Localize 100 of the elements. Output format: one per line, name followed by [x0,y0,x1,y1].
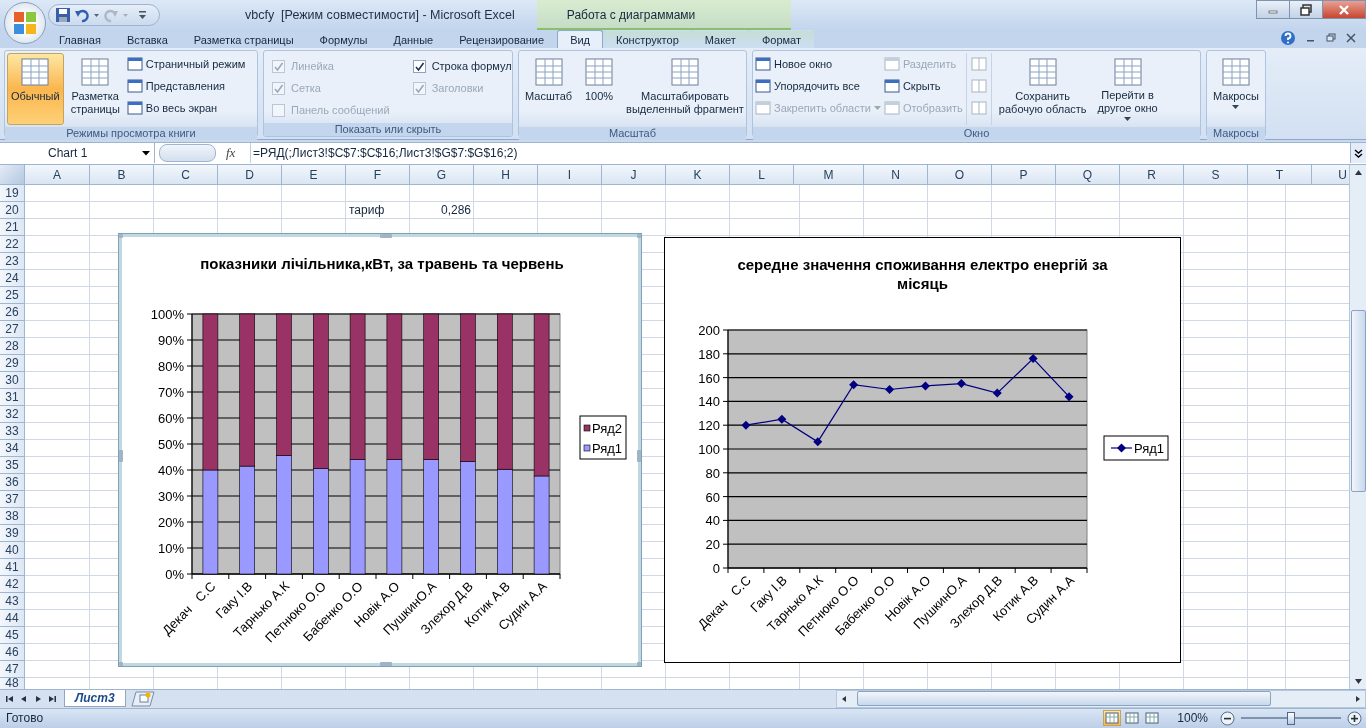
select-all-button[interactable] [0,164,25,185]
scroll-thumb[interactable] [856,691,1271,707]
column-header[interactable]: B [90,164,154,185]
expand-button[interactable] [1350,143,1366,164]
splitter-handle[interactable] [159,144,216,163]
vertical-scrollbar[interactable] [1349,164,1366,689]
ribbon-tab[interactable]: Формулы [306,30,381,48]
column-header[interactable]: Q [1056,164,1120,185]
resize-handle[interactable] [380,233,392,238]
resize-handle[interactable] [637,449,641,462]
zoom-slider-thumb[interactable] [1287,712,1295,725]
ribbon-button[interactable]: Масштабировать выделенный фрагмент [622,53,748,125]
ribbon-button[interactable]: Представления [126,77,246,95]
ribbon-button[interactable]: Упорядочить все [755,77,881,95]
ribbon-tab[interactable]: Данные [380,30,447,48]
ribbon-tab[interactable]: Конструктор [603,30,692,48]
ribbon-tab[interactable]: Вставка [113,30,181,48]
undo-icon[interactable] [74,7,90,23]
column-header[interactable]: P [992,164,1056,185]
column-header[interactable]: C [154,164,218,185]
ribbon-tab[interactable]: Рецензирование [446,30,558,48]
resize-handle[interactable] [637,661,641,666]
group-label: Режимы просмотра книги [5,127,257,140]
column-header[interactable]: S [1184,164,1248,185]
scroll-thumb[interactable] [1350,309,1366,492]
row-header[interactable]: 48 [0,677,25,689]
ribbon-button[interactable]: 100% [579,53,620,125]
data-point [849,380,859,390]
column-header[interactable]: G [410,164,474,185]
column-header[interactable]: U [1312,164,1349,185]
column-header[interactable]: M [794,164,864,185]
axis-tick-label: 40 [705,513,720,529]
restore-icon[interactable] [1326,33,1336,43]
zoom-out-icon[interactable] [1220,711,1235,726]
page-view-icon [1145,712,1160,725]
axis-tick-label: 40% [157,462,184,478]
view-button[interactable] [1103,710,1122,727]
sheet-tab[interactable]: Лист3 [64,689,126,707]
name-box[interactable]: Chart 1 [0,143,155,164]
group-label: Масштаб [519,127,746,140]
close-button[interactable] [1322,0,1366,19]
resize-handle[interactable] [119,449,123,462]
ribbon-button[interactable]: Сохранить рабочую область [994,53,1091,125]
checkbox[interactable] [412,59,426,73]
column-header[interactable]: J [602,164,666,185]
zoom-level[interactable]: 100% [1177,711,1208,726]
column-header[interactable]: I [538,164,602,185]
column-header[interactable]: A [25,164,90,185]
column-header[interactable]: L [730,164,794,185]
ribbon-button[interactable]: Обычный [7,53,64,125]
office-button[interactable] [4,2,46,44]
ribbon-button[interactable]: Новое окно [755,55,881,73]
ribbon-tab[interactable]: Макет [691,30,749,48]
ribbon-button[interactable]: Скрыть [883,77,963,95]
resize-handle[interactable] [637,233,641,238]
resize-handle[interactable] [119,661,123,666]
group-label: Макросы [1207,127,1265,140]
ribbon-tab[interactable]: Формат [748,30,814,48]
ribbon-tab[interactable]: Разметка страницы [180,30,307,48]
close-icon[interactable] [1346,33,1356,43]
ribbon-tab[interactable]: Вид [557,30,604,48]
legend-line-marker [1110,443,1133,453]
insert-sheet-icon[interactable] [129,690,156,707]
window-icon [126,101,143,115]
insert-function-button[interactable]: fx [226,145,250,162]
data-point [992,388,1002,398]
view-button[interactable] [1123,710,1142,727]
column-header[interactable]: F [346,164,410,185]
ribbon-tab[interactable]: Главная [46,30,114,48]
column-header[interactable]: N [864,164,928,185]
page-view-icon [1105,712,1120,725]
column-header[interactable]: E [282,164,346,185]
window-icon [755,57,771,71]
column-header[interactable]: T [1248,164,1312,185]
save-icon[interactable] [55,7,71,23]
window-icon [970,57,987,71]
horizontal-scrollbar[interactable] [835,689,1366,708]
ribbon-button[interactable]: Масштаб [521,53,577,125]
resize-handle[interactable] [380,661,392,666]
ribbon-button[interactable]: Разметка страницы [66,53,124,125]
column-header[interactable]: D [218,164,282,185]
view-button[interactable] [1143,710,1162,727]
column-header[interactable]: K [666,164,730,185]
zoom-in-icon[interactable] [1347,711,1362,726]
window-icon [755,101,771,115]
group-label: Окно [753,127,1200,140]
column-header[interactable]: H [474,164,538,185]
help-icon[interactable] [1280,30,1296,46]
chart-area[interactable] [664,236,1181,663]
resize-handle[interactable] [119,233,123,238]
ribbon-button[interactable]: Макросы [1209,53,1263,125]
column-header[interactable]: R [1120,164,1184,185]
column-header[interactable]: O [928,164,992,185]
ribbon-button[interactable]: Во весь экран [126,99,246,117]
chevron-icon [1354,148,1363,158]
axis-tick-label: 60% [157,410,184,426]
restore-button[interactable] [1289,0,1323,19]
ribbon-button[interactable]: Страничный режим [126,55,246,73]
window-icon [970,101,987,115]
ribbon-button[interactable]: Перейти в другое окно [1093,53,1162,125]
